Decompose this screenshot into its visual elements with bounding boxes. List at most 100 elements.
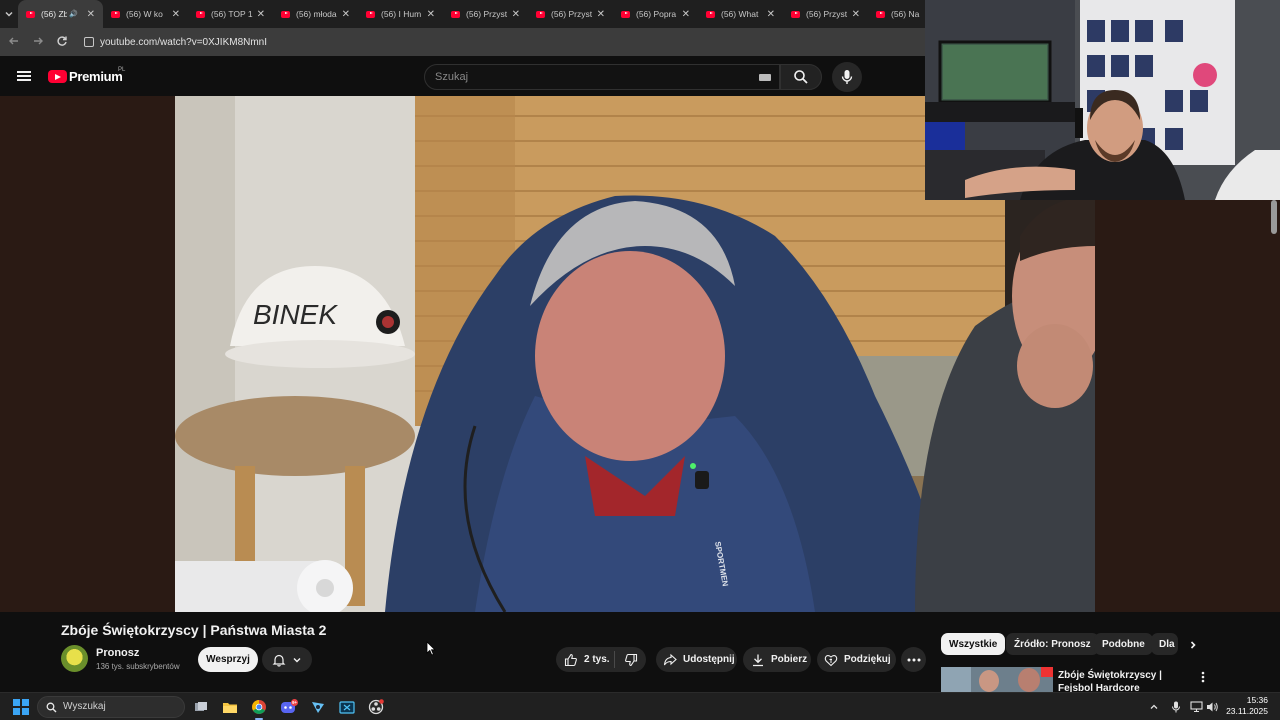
close-tab-icon[interactable]: ✕ — [427, 9, 435, 20]
browser-tab[interactable]: (56) I Hum ✕ — [358, 0, 443, 28]
browser-tab[interactable]: (56) Przyst ✕ — [443, 0, 528, 28]
close-tab-icon[interactable]: ✕ — [852, 9, 860, 20]
back-arrow-icon[interactable] — [2, 35, 26, 50]
browser-tab-label: (56) TOP 1 — [211, 9, 253, 19]
voice-search-button[interactable] — [832, 62, 862, 92]
chip-all[interactable]: Wszystkie — [941, 633, 1006, 655]
tray-microphone-icon[interactable] — [1166, 697, 1186, 717]
search-button[interactable] — [780, 64, 822, 90]
browser-tab[interactable]: (56) Przyst ✕ — [528, 0, 613, 28]
site-info-icon[interactable] — [84, 37, 94, 47]
browser-tab[interactable]: (56) Zb 🔊 ✕ — [18, 0, 103, 28]
dislike-button[interactable] — [615, 653, 646, 667]
channel-name[interactable]: Pronosz — [96, 647, 139, 659]
close-tab-icon[interactable]: ✕ — [87, 9, 95, 20]
browser-tab[interactable]: (56) What ✕ — [698, 0, 783, 28]
download-icon — [751, 653, 765, 667]
bell-icon — [272, 654, 286, 667]
tab-audio-icon[interactable]: 🔊 — [69, 10, 78, 18]
youtube-header: Premium PL Szukaj — [0, 56, 925, 96]
obs-record-icon[interactable] — [366, 697, 386, 717]
forward-arrow-icon[interactable] — [26, 35, 50, 50]
app-window-icon[interactable] — [337, 697, 357, 717]
url-text[interactable]: youtube.com/watch?v=0XJIKM8NmnI — [100, 37, 267, 48]
close-tab-icon[interactable]: ✕ — [597, 9, 605, 20]
chevron-down-icon — [293, 657, 301, 662]
chip-similar[interactable]: Podobne — [1094, 633, 1153, 655]
close-tab-icon[interactable]: ✕ — [172, 9, 180, 20]
recommended-more-button[interactable] — [1198, 670, 1208, 684]
thanks-button[interactable]: Podziękuj — [817, 647, 896, 672]
discord-badge: 9+ — [292, 700, 297, 705]
close-tab-icon[interactable]: ✕ — [512, 9, 520, 20]
browser-tab-label: (56) What — [721, 9, 759, 19]
taskbar-search-input[interactable]: Wyszukaj — [37, 696, 185, 718]
search-input[interactable]: Szukaj — [424, 64, 780, 90]
taskbar-clock-date[interactable]: 23.11.2025 — [1222, 706, 1268, 716]
chips-next-button[interactable] — [1185, 637, 1201, 653]
browser-tab-label: (56) Popra — [636, 9, 677, 19]
like-button[interactable]: 2 tys. — [556, 651, 615, 668]
chevron-right-icon — [1190, 641, 1196, 649]
thanks-label: Podziękuj — [844, 654, 891, 665]
discord-icon[interactable]: 9+ — [279, 697, 299, 717]
browser-tab[interactable]: (56) Popra ✕ — [613, 0, 698, 28]
page-scrollbar[interactable] — [1271, 200, 1277, 234]
browser-tab-label: (56) W ko — [126, 9, 163, 19]
tray-volume-icon[interactable] — [1202, 697, 1222, 717]
download-label: Pobierz — [771, 654, 808, 665]
thumbs-up-icon — [564, 653, 578, 667]
microphone-icon — [841, 70, 853, 84]
chip-from-source[interactable]: Źródło: Pronosz — [1006, 633, 1099, 655]
more-actions-button[interactable] — [901, 647, 926, 672]
search-icon — [794, 70, 808, 84]
video-info-section: Zbóje Świętokrzyscy | Państwa Miasta 2 P… — [0, 612, 1280, 694]
browser-tab[interactable]: (56) młoda ✕ — [273, 0, 358, 28]
mouse-cursor-icon — [426, 641, 436, 656]
youtube-premium-brand[interactable]: Premium — [69, 69, 123, 84]
download-button[interactable]: Pobierz — [743, 647, 811, 672]
close-tab-icon[interactable]: ✕ — [682, 9, 690, 20]
reload-icon[interactable] — [50, 35, 74, 50]
close-tab-icon[interactable]: ✕ — [257, 9, 265, 20]
channel-avatar[interactable] — [61, 645, 88, 672]
thanks-heart-icon — [824, 653, 838, 667]
support-button[interactable]: Wesprzyj — [198, 647, 258, 672]
task-view-icon[interactable] — [191, 697, 211, 717]
tab-search-chevron-icon[interactable] — [4, 4, 14, 24]
browser-tab-label: (56) młoda — [296, 9, 337, 19]
youtube-favicon-icon — [536, 10, 545, 18]
keyboard-icon[interactable] — [759, 74, 771, 81]
steam-icon[interactable] — [308, 697, 328, 717]
menu-hamburger-icon[interactable] — [17, 71, 31, 81]
more-vertical-icon — [1201, 671, 1205, 683]
taskbar-search-placeholder: Wyszukaj — [63, 701, 106, 712]
helmet-text: BINEK — [253, 299, 338, 330]
windows-start-icon[interactable] — [13, 699, 29, 715]
notifications-button[interactable] — [262, 647, 312, 672]
close-tab-icon[interactable]: ✕ — [767, 9, 775, 20]
browser-tab[interactable]: (56) Przyst ✕ — [783, 0, 868, 28]
chip-for-you[interactable]: Dla — [1151, 633, 1178, 655]
tray-chevron-up-icon[interactable] — [1144, 697, 1164, 717]
like-count: 2 tys. — [584, 654, 610, 665]
share-icon — [663, 653, 677, 667]
share-button[interactable]: Udostępnij — [656, 647, 737, 672]
search-icon — [46, 702, 57, 713]
taskbar-clock-time[interactable]: 15:36 — [1236, 695, 1268, 705]
close-tab-icon[interactable]: ✕ — [342, 9, 350, 20]
browser-tab[interactable]: (56) W ko ✕ — [103, 0, 188, 28]
tab-list: (56) Zb 🔊 ✕ (56) W ko ✕ (56) TOP 1 ✕ (56) młoda… — [18, 0, 953, 28]
youtube-logo-icon[interactable] — [48, 70, 67, 83]
youtube-favicon-icon — [791, 10, 800, 18]
webcam-frame — [925, 0, 1280, 200]
youtube-favicon-icon — [196, 10, 205, 18]
browser-tab-label: (56) Przyst — [806, 9, 848, 19]
youtube-favicon-icon — [366, 10, 375, 18]
chrome-icon[interactable] — [249, 697, 269, 720]
browser-tab-strip: (56) Zb 🔊 ✕ (56) W ko ✕ (56) TOP 1 ✕ (56) młoda… — [0, 0, 925, 28]
recommended-video-thumbnail[interactable] — [941, 667, 1053, 692]
address-bar-row: youtube.com/watch?v=0XJIKM8NmnI — [0, 28, 925, 56]
file-explorer-icon[interactable] — [220, 697, 240, 717]
browser-tab[interactable]: (56) TOP 1 ✕ — [188, 0, 273, 28]
